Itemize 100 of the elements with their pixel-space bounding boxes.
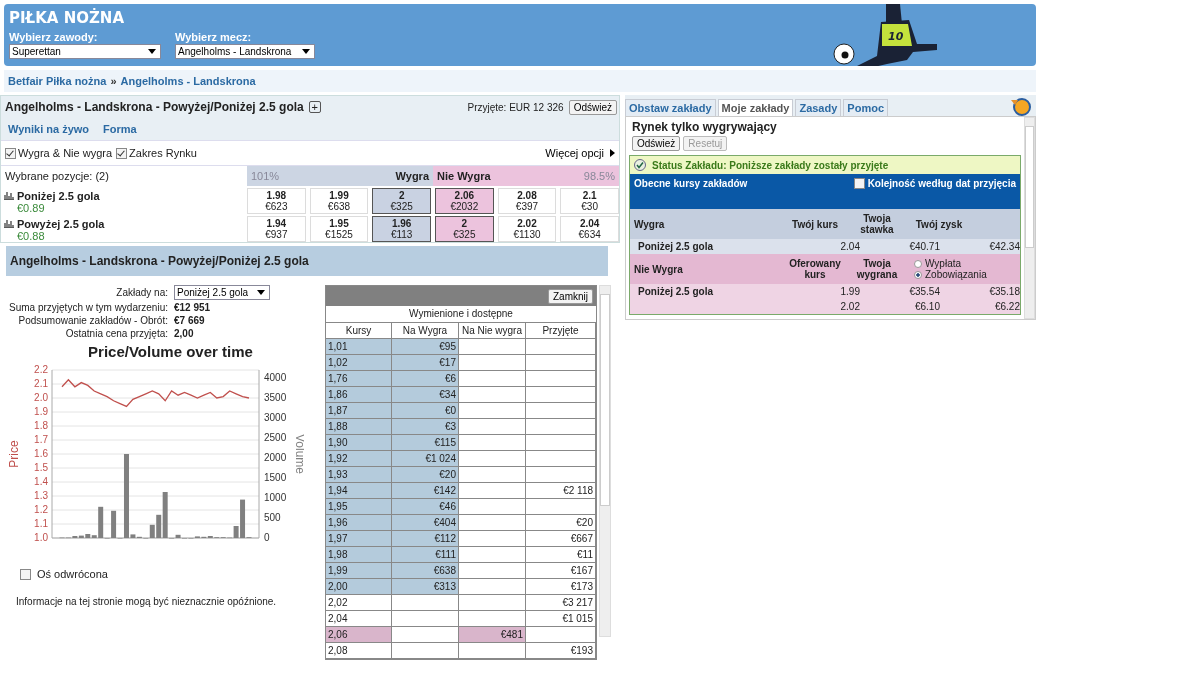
table-cell: [459, 515, 526, 531]
chart-title: Price/Volume over time: [87, 343, 254, 360]
table-cell: [459, 403, 526, 419]
axis-tick-label: 1.7: [34, 434, 48, 445]
table-cell: €34: [392, 387, 459, 403]
price-button[interactable]: 1.95 €1525: [309, 216, 369, 242]
axis-tick-label: 1.2: [34, 504, 48, 515]
selection-name: Poniżej 2.5 gola: [638, 241, 715, 252]
table-cell-text: €40.71: [908, 241, 940, 252]
axis-title: Volume: [293, 434, 304, 474]
axis-tick-label: 1000: [264, 492, 287, 503]
table-cell: 1,87: [326, 403, 392, 419]
axis-tick-label: 1.6: [34, 448, 48, 459]
table-cell: 1,98: [326, 547, 392, 563]
checkbox[interactable]: [853, 178, 865, 189]
axis-tick-label: 4000: [264, 372, 287, 383]
price-button[interactable]: 2 €325: [435, 216, 494, 242]
table-cell: 2,06: [326, 627, 392, 643]
axis-tick-label: 1.3: [34, 490, 48, 501]
dropdown[interactable]: Angelholms - Landskrona: [175, 44, 315, 59]
table-cell: [459, 435, 526, 451]
expand-button[interactable]: +: [308, 101, 321, 113]
table-cell: 2,00: [326, 579, 392, 595]
table-cell: [459, 483, 526, 499]
refresh-button[interactable]: Odśwież: [568, 99, 617, 115]
axis-tick-label: 2.0: [34, 392, 48, 403]
price-button[interactable]: 1.98 €623: [247, 188, 306, 214]
axis-tick-label: 1.0: [34, 532, 48, 543]
select-label: Wybierz mecz:: [175, 31, 253, 43]
check-icon: [634, 159, 646, 171]
percentage: 98.5%: [583, 170, 615, 182]
section-header: Angelholms - Landskrona - Powyżej/Poniżej 2.5 gola: [6, 246, 608, 276]
column-header: Na Nie wygra: [459, 323, 526, 339]
percentage: 101%: [251, 170, 280, 182]
column-heading: Wygra: [395, 170, 429, 182]
close-button[interactable]: Zamknij: [548, 288, 593, 304]
axis-tick-label: 500: [264, 512, 281, 523]
table-cell: 1,95: [326, 499, 392, 515]
checkbox[interactable]: [20, 568, 31, 580]
table-cell: 1,92: [326, 451, 392, 467]
status-text: Status Zakładu: Poniższe zakłady zostały przyjęte: [652, 159, 889, 171]
tab[interactable]: Zasady: [795, 99, 842, 116]
dropdown[interactable]: Superettan: [9, 44, 161, 59]
stat-value: €7 669: [174, 315, 206, 326]
breadcrumb-link[interactable]: Angelholms - Landskrona: [120, 75, 256, 87]
price-button[interactable]: 2 €325: [372, 188, 431, 214]
tab[interactable]: Pomoc: [843, 99, 888, 116]
table-cell: €20: [526, 515, 596, 531]
caret-icon: [257, 290, 265, 295]
disclaimer-text: Informacje na tej stronie mogą być nieznacznie opóźnione.: [16, 596, 278, 607]
price-button[interactable]: 1.94 €937: [247, 216, 306, 242]
table-cell-text: €35.54: [908, 286, 940, 297]
table-cell: €173: [526, 579, 596, 595]
tab-link[interactable]: Wyniki na żywo: [8, 123, 90, 135]
page-title: PIŁKA NOŻNA: [9, 9, 125, 29]
caret-icon: [302, 49, 310, 54]
chart-icon[interactable]: [4, 191, 14, 200]
tab[interactable]: Obstaw zakłady: [625, 99, 716, 116]
axis-tick-label: 2500: [264, 432, 287, 443]
column-header: Twoja stawka: [859, 213, 895, 235]
price-button[interactable]: 2.06 €2032: [435, 188, 494, 214]
price-button[interactable]: 1.96 €113: [372, 216, 431, 242]
radio-button[interactable]: [914, 259, 922, 268]
price-button[interactable]: 2.1 €30: [560, 188, 619, 214]
button[interactable]: Odśwież: [632, 136, 681, 151]
price-button[interactable]: 2.08 €397: [497, 188, 557, 214]
refresh-icon[interactable]: [1010, 96, 1032, 116]
table-cell: €193: [526, 643, 596, 659]
dropdown[interactable]: Poniżej 2.5 gola: [174, 285, 270, 300]
table-cell: €667: [526, 531, 596, 547]
table-cell: 2,02: [326, 595, 392, 611]
table-cell: [459, 355, 526, 371]
axis-tick-label: 2.2: [34, 364, 48, 375]
profit-loss: €0.89: [17, 202, 46, 214]
checkbox-label: Zakres Rynku: [129, 147, 197, 159]
table-cell: 1,90: [326, 435, 392, 451]
price-button[interactable]: 1.99 €638: [309, 188, 369, 214]
checkbox-label: Wygra & Nie wygra: [18, 147, 113, 159]
checkbox[interactable]: [116, 147, 128, 159]
tab-link[interactable]: Forma: [103, 123, 137, 135]
checkbox[interactable]: [5, 147, 16, 159]
table-cell: €638: [392, 563, 459, 579]
stat-value: €12 951: [174, 302, 212, 313]
price-button[interactable]: 2.04 €634: [560, 216, 619, 242]
scrollbar[interactable]: [599, 285, 611, 637]
tab[interactable]: Moje zakłady: [717, 99, 794, 116]
table-cell: 1,99: [326, 563, 392, 579]
axis-tick-label: 1500: [264, 472, 287, 483]
caret-icon: [148, 49, 156, 54]
chart-icon[interactable]: [4, 219, 14, 228]
price-button[interactable]: 2.02 €1130: [497, 216, 557, 242]
table-cell: [459, 579, 526, 595]
radio-label: Zobowiązania: [925, 269, 987, 280]
breadcrumb-link[interactable]: Betfair Piłka nożna: [8, 75, 107, 87]
scrollbar[interactable]: [1024, 117, 1035, 319]
column-header: Oferowany kurs: [788, 258, 842, 280]
more-options-link[interactable]: Więcej opcji: [545, 147, 604, 159]
column-heading: Nie Wygra: [437, 170, 491, 182]
table-cell: 2,08: [326, 643, 392, 659]
radio-button[interactable]: [914, 270, 922, 279]
